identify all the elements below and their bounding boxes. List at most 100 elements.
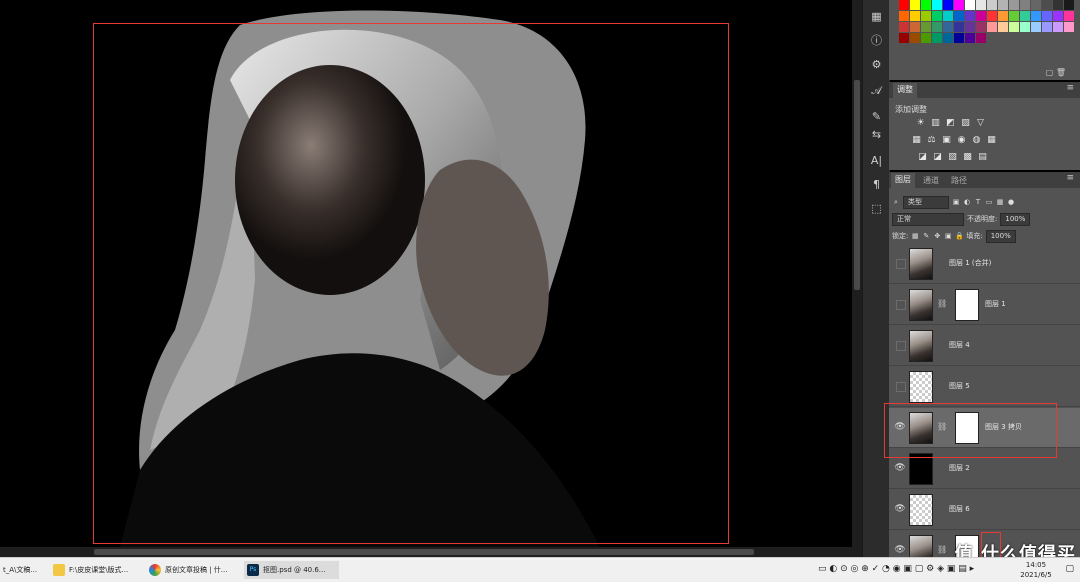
- color-swatch[interactable]: [1009, 22, 1019, 32]
- filter-pixel-icon[interactable]: ▣: [952, 198, 960, 206]
- adjustment-icon[interactable]: ▤: [977, 152, 988, 163]
- color-swatch[interactable]: [1064, 11, 1074, 21]
- color-swatch[interactable]: [976, 22, 986, 32]
- filter-type-icon[interactable]: T: [974, 198, 982, 206]
- color-swatch[interactable]: [899, 22, 909, 32]
- color-swatch[interactable]: [921, 22, 931, 32]
- adjustment-icon[interactable]: ▦: [986, 135, 997, 146]
- panel-menu-icon[interactable]: ≡: [1066, 83, 1074, 93]
- color-swatch[interactable]: [910, 33, 920, 43]
- horizontal-scrollbar[interactable]: [0, 547, 862, 557]
- taskbar-item-folder[interactable]: F:\皮皮课堂\版式...: [50, 561, 141, 579]
- color-swatch[interactable]: [954, 0, 964, 10]
- layer-mask-thumbnail[interactable]: [955, 289, 979, 321]
- info-icon[interactable]: ⓘ: [866, 32, 887, 50]
- layer-row[interactable]: 图层 4: [889, 326, 1080, 366]
- color-swatch[interactable]: [1031, 22, 1041, 32]
- visibility-eye-icon[interactable]: [896, 300, 906, 310]
- swatch-grid[interactable]: [899, 0, 1074, 43]
- color-swatch[interactable]: [965, 0, 975, 10]
- taskbar-item-photoshop[interactable]: Ps 抠图.psd @ 40.6...: [244, 561, 339, 579]
- adjustment-icon[interactable]: ◉: [956, 135, 967, 146]
- color-swatch[interactable]: [1020, 11, 1030, 21]
- adjustment-icon[interactable]: ⚖: [926, 135, 937, 146]
- filter-smart-icon[interactable]: ▦: [996, 198, 1004, 206]
- adjustment-icon[interactable]: ☀: [915, 118, 926, 129]
- color-swatch[interactable]: [1009, 0, 1019, 10]
- adjustment-icon[interactable]: ◩: [945, 118, 956, 129]
- visibility-eye-icon[interactable]: 👁: [894, 462, 906, 474]
- adjustment-icon[interactable]: ▦: [911, 135, 922, 146]
- lock-artboard-icon[interactable]: ▣: [944, 232, 952, 240]
- layer-row[interactable]: 👁 图层 6: [889, 490, 1080, 530]
- layer-thumbnail[interactable]: [909, 371, 933, 403]
- layer-thumbnail[interactable]: [909, 330, 933, 362]
- adjustment-icon[interactable]: ◍: [971, 135, 982, 146]
- layer-row[interactable]: 图层 5: [889, 367, 1080, 407]
- tray-icons[interactable]: ▭ ◐ ⊙ ◎ ⊕ ✓ ◔ ◉ ▣ ▢ ⚙ ◈ ▣ ▤ ▸: [818, 564, 974, 574]
- color-swatch[interactable]: [921, 11, 931, 21]
- color-swatch[interactable]: [1064, 22, 1074, 32]
- filter-toggle-icon[interactable]: ●: [1007, 198, 1015, 206]
- color-swatch[interactable]: [1042, 22, 1052, 32]
- panel-menu-icon[interactable]: ≡: [1066, 173, 1074, 183]
- tab-layers[interactable]: 图层: [891, 173, 915, 188]
- color-swatch[interactable]: [932, 33, 942, 43]
- scroll-thumb[interactable]: [94, 549, 754, 555]
- color-swatch[interactable]: [987, 0, 997, 10]
- adjustment-icon[interactable]: ◪: [917, 152, 928, 163]
- swatch-footer-icons[interactable]: ▢ 🗑: [1046, 68, 1066, 77]
- tab-channels[interactable]: 通道: [919, 174, 943, 187]
- adjustment-icon[interactable]: ▧: [947, 152, 958, 163]
- opacity-input[interactable]: 100%: [1000, 212, 1031, 226]
- color-swatch[interactable]: [976, 11, 986, 21]
- notification-icon[interactable]: ▢: [1065, 564, 1074, 574]
- color-swatch[interactable]: [954, 11, 964, 21]
- color-swatch[interactable]: [976, 33, 986, 43]
- color-swatch[interactable]: [976, 0, 986, 10]
- color-swatch[interactable]: [954, 22, 964, 32]
- layer-thumbnail[interactable]: [909, 494, 933, 526]
- color-swatch[interactable]: [932, 11, 942, 21]
- adjustment-icon[interactable]: ▥: [930, 118, 941, 129]
- color-swatch[interactable]: [1053, 22, 1063, 32]
- color-swatch[interactable]: [910, 0, 920, 10]
- adjust-sliders-icon[interactable]: ⇆: [866, 126, 887, 144]
- adjustment-icon[interactable]: ▩: [962, 152, 973, 163]
- link-icon[interactable]: ⛓: [937, 545, 947, 554]
- color-swatch[interactable]: [1053, 11, 1063, 21]
- color-swatch[interactable]: [998, 0, 1008, 10]
- character-icon[interactable]: 𝒜: [866, 82, 887, 100]
- swatches-panel-icon[interactable]: ▦: [866, 8, 887, 26]
- color-swatch[interactable]: [998, 22, 1008, 32]
- scroll-thumb[interactable]: [854, 80, 860, 290]
- layer-filter-dropdown[interactable]: 类型: [903, 195, 949, 209]
- color-swatch[interactable]: [932, 0, 942, 10]
- color-swatch[interactable]: [910, 11, 920, 21]
- properties-icon[interactable]: ⚙: [866, 56, 887, 74]
- visibility-eye-icon[interactable]: [896, 259, 906, 269]
- visibility-eye-icon[interactable]: [896, 341, 906, 351]
- color-swatch[interactable]: [965, 11, 975, 21]
- color-swatch[interactable]: [943, 0, 953, 10]
- vertical-scrollbar[interactable]: [852, 0, 862, 547]
- link-icon[interactable]: ⛓: [937, 299, 947, 308]
- taskbar-clock[interactable]: 14:05 2021/6/5: [1016, 560, 1056, 580]
- color-swatch[interactable]: [899, 11, 909, 21]
- color-swatch[interactable]: [1053, 0, 1063, 10]
- layer-thumbnail[interactable]: [909, 289, 933, 321]
- paragraph-icon[interactable]: ¶: [866, 176, 887, 194]
- adjustment-icon[interactable]: ▽: [975, 118, 986, 129]
- color-swatch[interactable]: [1031, 0, 1041, 10]
- color-swatch[interactable]: [1020, 0, 1030, 10]
- adjustment-icon[interactable]: ▨: [960, 118, 971, 129]
- color-swatch[interactable]: [943, 33, 953, 43]
- color-swatch[interactable]: [987, 11, 997, 21]
- color-swatch[interactable]: [899, 0, 909, 10]
- color-swatch[interactable]: [921, 33, 931, 43]
- adjustment-icon[interactable]: ▣: [941, 135, 952, 146]
- color-swatch[interactable]: [987, 22, 997, 32]
- layer-row[interactable]: ⛓ 图层 1: [889, 285, 1080, 325]
- color-swatch[interactable]: [1064, 0, 1074, 10]
- layer-row[interactable]: 图层 1 (合并): [889, 244, 1080, 284]
